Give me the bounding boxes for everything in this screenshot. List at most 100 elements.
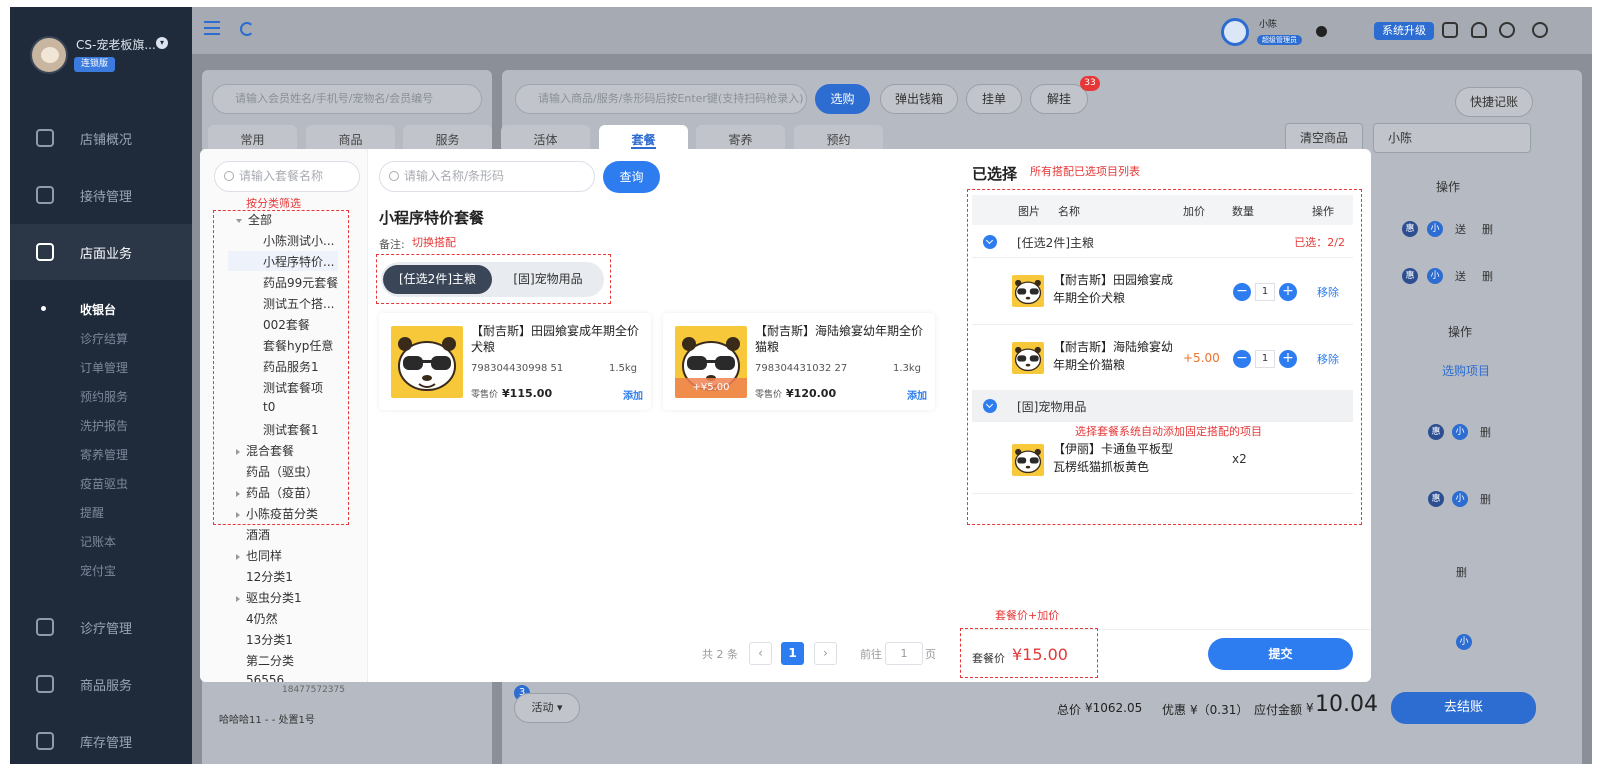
calendar-icon[interactable] [1442,22,1458,38]
group-main-food[interactable]: [任选2件]主粮 已选：2/2 [972,226,1353,258]
caret-down-icon[interactable] [236,218,242,223]
tree-item[interactable]: 56556 [236,673,284,682]
tree-item[interactable]: 第二分类 [236,652,294,669]
package-search-input[interactable]: 请输入套餐名称 [214,161,360,192]
add-product-button[interactable]: 添加 [623,387,643,402]
sidebar-item-medical[interactable]: 诊疗管理 [10,599,192,655]
caret-right-icon[interactable] [236,511,240,518]
sidebar-item-reception[interactable]: 接待管理 [10,167,192,223]
delete-tag[interactable]: 删 [1456,564,1467,580]
menu-icon[interactable] [204,21,220,35]
sidebar-item-store-business[interactable]: 店面业务 [10,224,192,280]
bell-icon[interactable] [1471,22,1487,38]
small-tag[interactable]: 小 [1456,634,1472,650]
hold-order-button[interactable]: 挂单 [966,84,1022,114]
sidebar-sub-treatment-settlement[interactable]: 诊疗结算 [80,330,128,347]
pager-page-button[interactable]: 1 [781,642,804,665]
add-product-button[interactable]: 添加 [907,387,927,402]
sidebar-item-inventory[interactable]: 库存管理 [10,713,192,764]
group-pet-supplies[interactable]: [固]宠物用品 [972,390,1353,422]
pager-goto-input[interactable]: 1 [885,642,923,665]
tree-item[interactable]: 药品99元套餐 [263,274,338,291]
tree-item[interactable]: 13分类1 [236,631,293,648]
staff-select[interactable]: 小陈 [1373,123,1531,153]
tree-item[interactable]: 4仍然 [236,610,278,627]
combo-segment-pet-supplies[interactable]: [固]宠物用品 [494,265,602,294]
quantity-value[interactable]: 1 [1255,350,1275,368]
delete-tag[interactable]: 删 [1482,221,1493,237]
chevron-down-icon[interactable] [983,235,997,249]
tree-item[interactable]: 混合套餐 [236,442,294,459]
checkout-button[interactable]: 去结账 [1391,692,1536,724]
discount-tag[interactable]: 惠 [1428,424,1444,440]
headset-icon[interactable] [1499,22,1515,38]
tree-item[interactable]: 小陈疫苗分类 [236,505,318,522]
increase-button[interactable]: + [1279,283,1297,301]
clock-icon[interactable] [1532,22,1548,38]
small-tag[interactable]: 小 [1452,491,1468,507]
decrease-button[interactable]: − [1233,283,1251,301]
sidebar-sub-boarding[interactable]: 寄养管理 [80,446,128,463]
product-search-input[interactable]: 请输入商品/服务/条形码后按Enter键(支持扫码枪录入) [515,84,807,114]
tree-item[interactable]: 药品服务1 [263,358,319,375]
sidebar-sub-ledger[interactable]: 记账本 [80,533,116,550]
product-card[interactable]: 【耐吉斯】田园飨宴成年期全价犬粮 798304430998 51 1.5kg 零… [379,313,651,410]
discount-tag[interactable]: 惠 [1428,491,1444,507]
tree-item[interactable]: 测试套餐1 [263,421,319,438]
small-tag[interactable]: 小 [1427,221,1443,237]
remove-item-button[interactable]: 移除 [1317,351,1339,367]
cashbox-button[interactable]: 弹出钱箱 [880,84,958,114]
tree-item[interactable]: 002套餐 [263,316,310,333]
tree-item[interactable]: 驱虫分类1 [236,589,302,606]
delete-tag[interactable]: 删 [1480,424,1491,440]
quantity-value[interactable]: 1 [1255,283,1275,301]
tree-item[interactable]: 药品（疫苗） [236,484,318,501]
system-upgrade-button[interactable]: 系统升级 [1374,22,1434,40]
caret-right-icon[interactable] [236,595,240,602]
sidebar-sub-appointments[interactable]: 预约服务 [80,388,128,405]
quick-note-button[interactable]: 快捷记账 [1455,87,1533,117]
tree-item[interactable]: 测试五个搭... [263,295,334,312]
chevron-down-icon[interactable] [1316,26,1327,37]
sidebar-sub-reminder[interactable]: 提醒 [80,504,104,521]
tree-item[interactable]: 小程序特价... [263,253,334,270]
gift-tag[interactable]: 送 [1455,221,1466,237]
query-button[interactable]: 查询 [603,161,660,193]
item-search-input[interactable]: 请输入名称/条形码 [379,161,595,192]
caret-right-icon[interactable] [236,448,240,455]
tree-item[interactable]: 套餐hyp任意 [263,337,333,354]
pager-next-button[interactable]: › [814,642,837,665]
discount-tag[interactable]: 惠 [1402,221,1418,237]
small-tag[interactable]: 小 [1452,424,1468,440]
pager-prev-button[interactable]: ‹ [749,642,772,665]
small-tag[interactable]: 小 [1427,268,1443,284]
delete-tag[interactable]: 删 [1480,491,1491,507]
activity-button[interactable]: 活动 ▾ [514,693,580,723]
decrease-button[interactable]: − [1233,350,1251,368]
tree-item[interactable]: t0 [263,400,275,414]
sidebar-sub-cashier[interactable]: 收银台 [80,301,116,318]
delete-tag[interactable]: 删 [1482,268,1493,284]
gift-tag[interactable]: 送 [1455,268,1466,284]
sidebar-sub-pay[interactable]: 宠付宝 [80,562,116,579]
select-button[interactable]: 选购 [815,84,870,114]
caret-right-icon[interactable] [236,490,240,497]
sidebar-sub-grooming-report[interactable]: 洗护报告 [80,417,128,434]
chevron-down-icon[interactable] [983,399,997,413]
sidebar-sub-vaccine[interactable]: 疫苗驱虫 [80,475,128,492]
member-search-input[interactable]: 请输入会员姓名/手机号/宠物名/会员编号 [212,84,482,114]
submit-button[interactable]: 提交 [1208,638,1353,670]
product-card[interactable]: +¥5.00 【耐吉斯】海陆飨宴幼年期全价猫粮 798304431032 27 … [663,313,935,410]
increase-button[interactable]: + [1279,350,1297,368]
caret-right-icon[interactable] [236,553,240,560]
tree-item[interactable]: 也同样 [236,547,282,564]
sidebar-item-products[interactable]: 商品服务 [10,656,192,712]
combo-segment-main-food[interactable]: [任选2件]主粮 [383,265,492,294]
tree-item[interactable]: 小陈测试小... [263,232,334,249]
tree-item[interactable]: 12分类1 [236,568,293,585]
chevron-down-icon[interactable]: ▾ [156,37,168,49]
discount-tag[interactable]: 惠 [1402,268,1418,284]
store-switcher[interactable]: CS-宠老板旗... ▾ 连锁版 [10,7,192,92]
tree-item[interactable]: 全部 [236,211,272,228]
sidebar-item-overview[interactable]: 店铺概况 [10,110,192,166]
